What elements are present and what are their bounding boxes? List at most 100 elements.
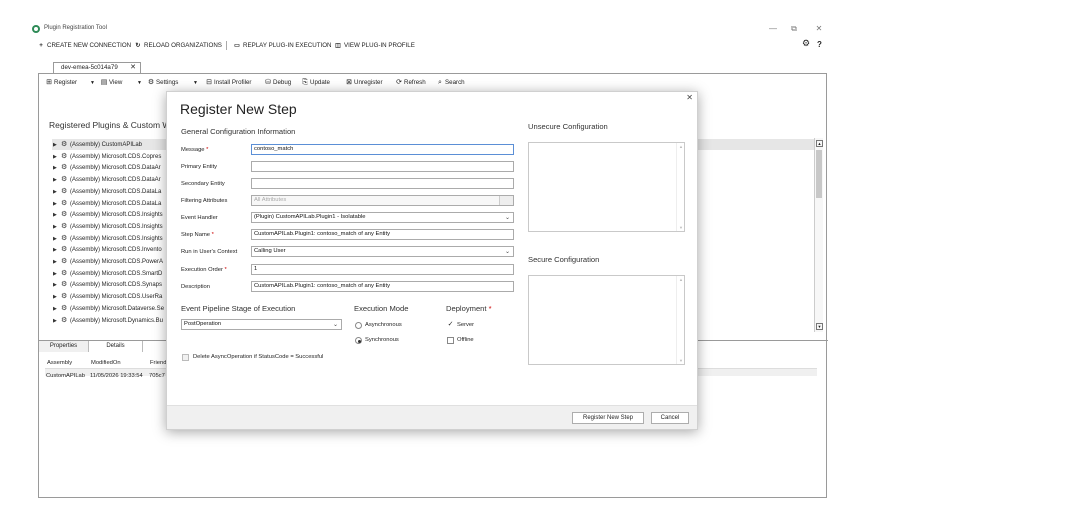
secure-config-textarea[interactable]: ▲ ▼ [528, 275, 685, 365]
filtering-attributes-input[interactable]: All Attributes [251, 195, 514, 206]
description-input[interactable]: CustomAPILab.Plugin1: contoso_match of a… [251, 281, 514, 292]
offline-checkbox[interactable] [447, 337, 454, 344]
textarea-scrollbar[interactable]: ▲ ▼ [676, 276, 684, 364]
textarea-scrollbar[interactable]: ▲ ▼ [676, 143, 684, 231]
tree-item[interactable]: ▶ ⚙ (Assembly) Microsoft.CDS.Synaps [53, 279, 162, 290]
view-dropdown-icon[interactable]: ▼ [137, 77, 142, 89]
tree-item[interactable]: ▶ ⚙ (Assembly) CustomAPILab [53, 139, 142, 150]
minimize-button[interactable]: — [766, 23, 780, 34]
assembly-icon: ⚙ [61, 293, 68, 301]
reload-organizations-button[interactable]: ↻ RELOAD ORGANIZATIONS [134, 40, 222, 51]
delete-async-checkbox[interactable] [182, 354, 189, 361]
scroll-up-icon[interactable]: ▲ [679, 277, 683, 282]
register-icon: ⊞ [46, 79, 52, 86]
scroll-up-icon[interactable]: ▲ [816, 140, 823, 147]
expand-arrow-icon[interactable]: ▶ [53, 199, 61, 210]
install-profiler-label: Install Profiler [214, 79, 252, 86]
expand-arrow-icon[interactable]: ▶ [53, 316, 61, 325]
tree-item[interactable]: ▶ ⚙ (Assembly) Microsoft.CDS.DataAr [53, 162, 161, 173]
cancel-button[interactable]: Cancel [651, 412, 689, 424]
tree-item[interactable]: ▶ ⚙ (Assembly) Microsoft.CDS.UserRa [53, 291, 162, 302]
close-dialog-icon[interactable]: ✕ [686, 93, 693, 102]
description-value: CustomAPILab.Plugin1: contoso_match of a… [254, 283, 390, 289]
tree-item[interactable]: ▶ ⚙ (Assembly) Microsoft.CDS.Copres [53, 151, 161, 162]
expand-arrow-icon[interactable]: ▶ [53, 175, 61, 186]
tab-properties[interactable]: Properties [39, 341, 89, 352]
tree-item[interactable]: ▶ ⚙ (Assembly) Microsoft.CDS.SmartD [53, 268, 162, 279]
scroll-down-icon[interactable]: ▼ [679, 358, 683, 363]
search-button[interactable]: ⌕ Search [436, 77, 465, 89]
settings-button[interactable]: ⚙ Settings [147, 77, 179, 89]
expand-arrow-icon[interactable]: ▶ [53, 140, 61, 151]
message-input[interactable]: contoso_match [251, 144, 514, 155]
refresh-button[interactable]: ⟳ Refresh [395, 77, 426, 89]
run-context-select[interactable]: Calling User ⌄ [251, 246, 514, 257]
app-logo-icon [32, 25, 40, 33]
create-connection-button[interactable]: + CREATE NEW CONNECTION [37, 40, 131, 51]
window-title: Plugin Registration Tool [44, 25, 107, 31]
expand-arrow-icon[interactable]: ▶ [53, 234, 61, 245]
expand-arrow-icon[interactable]: ▶ [53, 292, 61, 303]
tree-item[interactable]: ▶ ⚙ (Assembly) Microsoft.CDS.Insights [53, 209, 163, 220]
event-handler-select[interactable]: (Plugin) CustomAPILab.Plugin1 - Isolatab… [251, 212, 514, 223]
server-checkbox[interactable]: ✓ [447, 321, 454, 329]
filter-picker-button[interactable] [499, 196, 513, 205]
delete-async-label: Delete AsyncOperation if StatusCode = Su… [193, 354, 324, 360]
tree-item[interactable]: ▶ ⚙ (Assembly) Microsoft.CDS.Insights [53, 221, 163, 232]
expand-arrow-icon[interactable]: ▶ [53, 152, 61, 163]
update-button[interactable]: ⎘ Update [301, 77, 330, 89]
expand-arrow-icon[interactable]: ▶ [53, 257, 61, 268]
tree-item[interactable]: ▶ ⚙ (Assembly) Microsoft.CDS.PowerA [53, 256, 163, 267]
close-window-button[interactable]: ✕ [812, 23, 826, 34]
step-name-input[interactable]: CustomAPILab.Plugin1: contoso_match of a… [251, 229, 514, 240]
unregister-button[interactable]: ⊠ Unregister [345, 77, 382, 89]
secondary-entity-input[interactable] [251, 178, 514, 189]
register-new-step-button[interactable]: Register New Step [572, 412, 644, 424]
table-cell[interactable]: 11/05/2026 19:33:54 [90, 373, 143, 379]
tree-scrollbar[interactable]: ▲ ▼ [814, 138, 823, 332]
tree-item[interactable]: ▶ ⚙ (Assembly) Microsoft.CDS.Insights [53, 233, 163, 244]
expand-arrow-icon[interactable]: ▶ [53, 280, 61, 291]
tree-item[interactable]: ▶ ⚙ (Assembly) Microsoft.CDS.Invento [53, 244, 162, 255]
tree-item[interactable]: ▶ ⚙ (Assembly) Microsoft.CDS.DataAr [53, 174, 161, 185]
scroll-down-icon[interactable]: ▼ [679, 225, 683, 230]
primary-entity-input[interactable] [251, 161, 514, 172]
expand-arrow-icon[interactable]: ▶ [53, 163, 61, 174]
pipeline-stage-select[interactable]: PostOperation ⌄ [181, 319, 342, 330]
scroll-thumb[interactable] [816, 150, 822, 198]
tree-item[interactable]: ▶ ⚙ (Assembly) Microsoft.Dynamics.Bu [53, 315, 163, 325]
table-cell[interactable]: CustomAPILab [46, 373, 85, 379]
tree-item[interactable]: ▶ ⚙ (Assembly) Microsoft.Dataverse.Se [53, 303, 164, 314]
expand-arrow-icon[interactable]: ▶ [53, 222, 61, 233]
install-profiler-button[interactable]: ⊟ Install Profiler [205, 77, 251, 89]
expand-arrow-icon[interactable]: ▶ [53, 187, 61, 198]
tree-item[interactable]: ▶ ⚙ (Assembly) Microsoft.CDS.DataLa [53, 198, 161, 209]
pipeline-stage-heading: Event Pipeline Stage of Execution [181, 304, 296, 313]
tree-item[interactable]: ▶ ⚙ (Assembly) Microsoft.CDS.DataLa [53, 186, 161, 197]
table-cell[interactable]: 705c7 [149, 373, 165, 379]
scroll-up-icon[interactable]: ▲ [679, 144, 683, 149]
restore-button[interactable]: ⧉ [787, 23, 801, 34]
scroll-down-icon[interactable]: ▼ [816, 323, 823, 330]
view-profile-button[interactable]: ◫ VIEW PLUG-IN PROFILE [334, 40, 415, 51]
unsecure-config-textarea[interactable]: ▲ ▼ [528, 142, 685, 232]
tab-details[interactable]: Details [89, 341, 143, 352]
execution-order-input[interactable]: 1 [251, 264, 514, 275]
expand-arrow-icon[interactable]: ▶ [53, 245, 61, 256]
assembly-icon: ⚙ [61, 187, 68, 195]
synchronous-radio[interactable] [355, 337, 362, 344]
expand-arrow-icon[interactable]: ▶ [53, 304, 61, 315]
replay-execution-button[interactable]: ▭ REPLAY PLUG-IN EXECUTION [233, 40, 331, 51]
debug-button[interactable]: ⛁ Debug [264, 77, 291, 89]
expand-arrow-icon[interactable]: ▶ [53, 210, 61, 221]
settings-gear-icon[interactable]: ⚙ [802, 38, 810, 49]
view-button[interactable]: ▤ View [100, 77, 123, 89]
help-icon[interactable]: ? [817, 39, 822, 50]
register-button[interactable]: ⊞ Register [45, 77, 77, 89]
close-tab-icon[interactable]: ✕ [130, 63, 136, 71]
asynchronous-radio[interactable] [355, 322, 362, 329]
expand-arrow-icon[interactable]: ▶ [53, 269, 61, 280]
register-dropdown-icon[interactable]: ▼ [90, 77, 95, 89]
search-icon: ⌕ [438, 79, 442, 86]
settings-dropdown-icon[interactable]: ▼ [193, 77, 198, 89]
